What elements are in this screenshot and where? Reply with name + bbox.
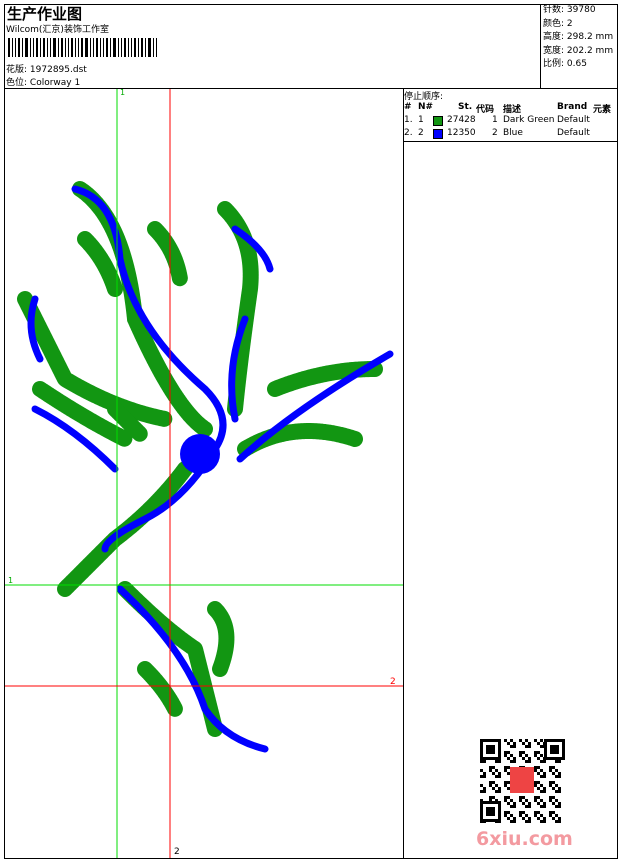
height-info: 高度: 298.2 mm: [543, 32, 614, 42]
barcode-bar: [156, 38, 157, 57]
watermark: 6xiu.com: [476, 828, 573, 850]
barcode-bar: [22, 38, 23, 57]
width-info: 宽度: 202.2 mm: [543, 45, 614, 56]
guide-label: 1: [8, 576, 14, 585]
barcode-bar: [113, 38, 116, 57]
info-box: 针数: 39780 颜色: 2 高度: 298.2 mm 宽度: 202.2 m…: [540, 4, 618, 89]
barcode-bar: [61, 38, 63, 57]
embroidery-preview: [5, 89, 403, 858]
barcode-bar: [50, 38, 51, 57]
barcode-bar: [106, 38, 108, 57]
colorway: 色位: Colorway 1: [6, 75, 80, 88]
barcode-bar: [148, 38, 151, 57]
guide-label: 2: [174, 847, 180, 857]
company-name: Wilcom(汇京)装饰工作室: [6, 25, 109, 35]
barcode-bar: [36, 38, 38, 57]
barcode-bar: [100, 38, 101, 57]
barcode-bar: [128, 38, 129, 57]
barcode: [8, 38, 159, 57]
col-index: #: [404, 102, 412, 112]
design-file-label: 花版:: [6, 65, 28, 75]
barcode-bar: [124, 38, 126, 57]
barcode-bar: [15, 38, 16, 57]
color-swatch: [433, 116, 443, 126]
colors-info: 颜色: 2: [543, 18, 573, 29]
barcode-bar: [131, 38, 132, 57]
qr-code-icon: [480, 739, 566, 823]
colorway-value: Colorway 1: [29, 78, 81, 88]
barcode-bar: [40, 38, 41, 57]
barcode-bar: [68, 38, 69, 57]
barcode-bar: [25, 38, 28, 57]
scale-info: 比例: 0.65: [543, 59, 587, 69]
design-file-value: 1972895.dst: [29, 65, 87, 75]
barcode-bar: [153, 38, 154, 57]
table-row: 1. 1 27428 1 Dark Green Default: [404, 115, 590, 126]
barcode-bar: [12, 38, 13, 57]
barcode-bar: [103, 38, 104, 57]
barcode-bar: [118, 38, 119, 57]
barcode-bar: [93, 38, 94, 57]
barcode-bar: [121, 38, 122, 57]
colorway-label: 色位:: [6, 78, 28, 88]
divider: [403, 141, 618, 142]
col-description: 描述: [503, 105, 522, 115]
col-n: N#: [418, 102, 434, 112]
design-file: 花版: 1972895.dst: [6, 62, 87, 75]
table-row: 2. 2 12350 2 Blue Default: [404, 128, 590, 139]
barcode-bar: [43, 38, 45, 57]
barcode-bar: [110, 38, 111, 57]
col-code: 代码: [476, 105, 495, 115]
barcode-bar: [75, 38, 76, 57]
barcode-bar: [71, 38, 73, 57]
barcode-bar: [8, 38, 10, 57]
blue-stitches: [27, 185, 394, 753]
page-title: 生产作业图: [7, 5, 83, 23]
stitches-info: 针数: 39780: [543, 5, 596, 15]
color-swatch: [433, 129, 443, 139]
barcode-bar: [81, 38, 83, 57]
barcode-bar: [30, 38, 31, 57]
guide-label: 2: [390, 677, 396, 687]
barcode-bar: [145, 38, 146, 57]
barcode-bar: [33, 38, 34, 57]
barcode-bar: [18, 38, 20, 57]
barcode-bar: [58, 38, 59, 57]
barcode-bar: [53, 38, 56, 57]
barcode-bar: [96, 38, 98, 57]
barcode-bar: [85, 38, 88, 57]
guide-label: 1: [120, 88, 126, 97]
barcode-bar: [78, 38, 79, 57]
stop-sequence-title: 停止顺序:: [404, 92, 444, 102]
barcode-bar: [134, 38, 136, 57]
barcode-bar: [138, 38, 139, 57]
col-stitches: St.: [458, 102, 473, 112]
barcode-bar: [47, 38, 48, 57]
col-element: 元素: [593, 105, 612, 115]
barcode-bar: [90, 38, 91, 57]
barcode-bar: [141, 38, 143, 57]
barcode-bar: [65, 38, 66, 57]
col-brand: Brand: [557, 102, 588, 112]
